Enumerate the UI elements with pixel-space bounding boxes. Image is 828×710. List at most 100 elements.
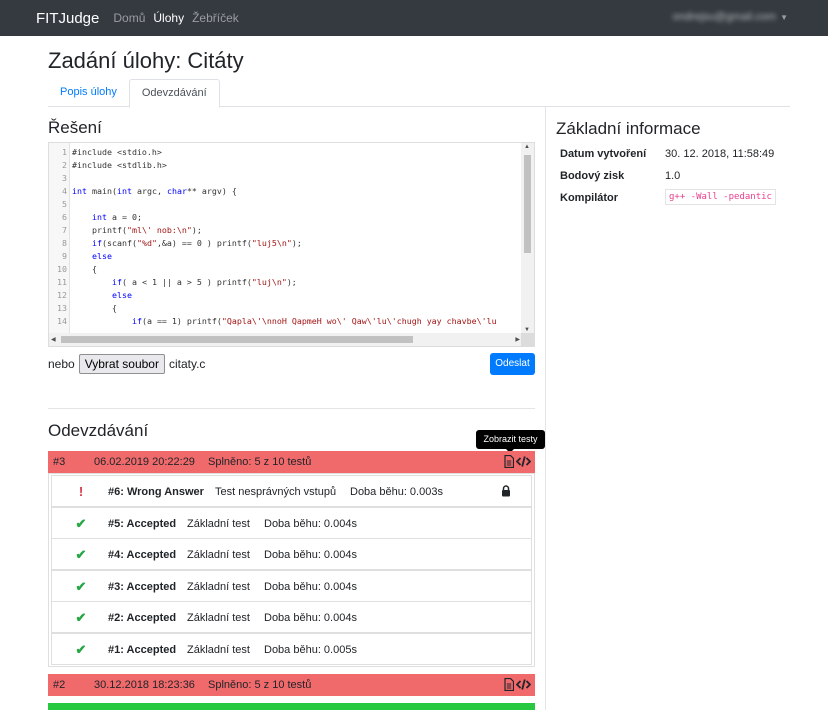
info-label: Kompilátor bbox=[560, 192, 619, 204]
test-runtime: Doba běhu: 0.004s bbox=[264, 580, 357, 593]
test-runtime: Doba běhu: 0.004s bbox=[264, 517, 357, 530]
info-value: 30. 12. 2018, 11:58:49 bbox=[665, 148, 775, 160]
line-number: 13 bbox=[57, 303, 67, 313]
file-text-icon[interactable] bbox=[504, 678, 514, 691]
info-label: Bodový zisk bbox=[560, 170, 625, 182]
scroll-up-icon[interactable]: ▲ bbox=[524, 144, 530, 150]
code-text: #include <stdio.h> bbox=[72, 147, 162, 157]
check-icon: ✔ bbox=[75, 547, 87, 563]
info-label: Datum vytvoření bbox=[560, 148, 647, 160]
test-runtime: Doba běhu: 0.004s bbox=[264, 549, 357, 562]
info-value: 1.0 bbox=[665, 170, 681, 182]
test-name: #1: Accepted bbox=[108, 644, 177, 656]
compiler-value: g++ -Wall -pedantic bbox=[665, 189, 776, 205]
test-row[interactable]: ✔ #1: Accepted Základní test Doba běhu: 0.0… bbox=[51, 633, 532, 665]
code-text: int a = 0; bbox=[91, 212, 142, 222]
test-description: Základní test bbox=[187, 517, 250, 530]
submissions-heading: Odevzdávání bbox=[48, 421, 149, 440]
submission-header[interactable]: #3 06.02.2019 20:22:29 Splněno: 5 z 10 t… bbox=[48, 451, 535, 473]
exclamation-icon: ! bbox=[78, 484, 84, 499]
line-number: 8 bbox=[62, 238, 67, 248]
test-row[interactable]: ✔ #4: Accepted Základní test Doba běhu: 0.0… bbox=[51, 538, 532, 571]
line-number: 4 bbox=[62, 186, 67, 196]
test-name: #5: Accepted bbox=[108, 517, 177, 530]
line-number: 7 bbox=[62, 225, 67, 235]
test-name: #3: Accepted bbox=[108, 580, 177, 593]
lock-icon bbox=[501, 485, 511, 500]
submission-score: Splněno: 5 z 10 testů bbox=[208, 456, 312, 468]
scroll-left-icon[interactable]: ◀ bbox=[51, 336, 56, 343]
code-text: if(scanf("%d",&a) == 0 ) printf("luj5\n"… bbox=[91, 238, 302, 248]
line-number: 3 bbox=[62, 173, 67, 183]
submission-number: #3 bbox=[53, 456, 66, 468]
file-name-label: citaty.c bbox=[168, 357, 206, 371]
user-email: ondrejsu@gmail.com bbox=[672, 11, 777, 23]
nav-link-leaderboard[interactable]: Žebříček bbox=[192, 11, 239, 25]
code-icon[interactable] bbox=[516, 678, 531, 691]
line-number: 5 bbox=[62, 199, 67, 209]
editor-vertical-scrollbar[interactable]: ▲ ▼ bbox=[521, 143, 534, 334]
check-icon: ✔ bbox=[75, 515, 87, 531]
column-divider bbox=[545, 107, 546, 710]
line-number: 12 bbox=[57, 290, 67, 300]
line-number: 9 bbox=[62, 251, 67, 261]
section-divider bbox=[48, 408, 535, 409]
test-row[interactable]: ✔ #5: Accepted Základní test Doba běhu: 0.0… bbox=[51, 506, 532, 539]
test-runtime: Doba běhu: 0.005s bbox=[264, 644, 357, 656]
tab-submission[interactable]: Odevzdávání bbox=[128, 79, 220, 108]
test-row[interactable]: ✔ #2: Accepted Základní test Doba běhu: 0.0… bbox=[51, 601, 532, 634]
submission-number: #2 bbox=[53, 679, 66, 691]
editor-horizontal-scroll-thumb[interactable] bbox=[61, 336, 413, 343]
test-description: Základní test bbox=[187, 644, 250, 656]
brand-logo[interactable]: FITJudge bbox=[36, 10, 99, 27]
code-text: #include <stdlib.h> bbox=[72, 160, 167, 170]
code-text: printf("ml\' nob:\n"); bbox=[72, 225, 202, 235]
file-upload-row: nebo Vybrat soubor citaty.c bbox=[48, 354, 205, 374]
code-text: int main(int argc, char** argv) { bbox=[72, 186, 237, 196]
navbar: FITJudge Domů Úlohy Žebříček ondrejsu@gm… bbox=[0, 0, 828, 36]
editor-horizontal-scrollbar[interactable]: ◀ ▶ bbox=[49, 333, 522, 346]
test-name: #2: Accepted bbox=[108, 612, 177, 625]
submission-header[interactable] bbox=[48, 703, 535, 710]
test-row[interactable]: ! #6: Wrong Answer Test nesprávných vstupů… bbox=[51, 475, 532, 507]
nav-link-tasks[interactable]: Úlohy bbox=[153, 11, 184, 25]
user-menu[interactable]: ondrejsu@gmail.com ▼ bbox=[673, 11, 788, 23]
submission-date: 06.02.2019 20:22:29 bbox=[94, 456, 195, 468]
code-text: { bbox=[72, 264, 97, 274]
line-number: 14 bbox=[57, 316, 67, 326]
test-row[interactable]: ✔ #3: Accepted Základní test Doba běhu: 0.0… bbox=[51, 569, 532, 602]
submission-header[interactable]: #2 30.12.2018 18:23:36 Splněno: 5 z 10 t… bbox=[48, 674, 535, 696]
editor-vertical-scroll-thumb[interactable] bbox=[524, 155, 531, 253]
nav-link-home[interactable]: Domů bbox=[113, 11, 145, 25]
file-text-icon[interactable] bbox=[504, 455, 514, 468]
test-name: #6: Wrong Answer bbox=[108, 486, 204, 498]
tooltip: Zobrazit testy bbox=[476, 430, 545, 449]
submit-button[interactable]: Odeslat bbox=[490, 353, 535, 375]
tab-description[interactable]: Popis úlohy bbox=[48, 79, 129, 107]
submission-score: Splněno: 5 z 10 testů bbox=[208, 679, 312, 691]
scrollbar-corner bbox=[521, 333, 534, 346]
test-name: #4: Accepted bbox=[108, 549, 177, 562]
check-icon: ✔ bbox=[75, 642, 87, 657]
tabs: Popis úlohy Odevzdávání bbox=[48, 79, 790, 108]
code-text: else bbox=[111, 290, 132, 300]
code-text: else bbox=[91, 251, 112, 261]
info-heading: Základní informace bbox=[556, 119, 701, 138]
code-editor[interactable]: 1 #include <stdio.h> 2 #include <stdlib.h> 3… bbox=[48, 142, 535, 347]
scroll-right-icon[interactable]: ▶ bbox=[515, 336, 520, 343]
test-description: Základní test bbox=[187, 612, 250, 625]
code-text: { bbox=[72, 303, 117, 313]
choose-file-button[interactable]: Vybrat soubor bbox=[78, 354, 165, 374]
test-description: Základní test bbox=[187, 549, 250, 562]
file-prefix-label: nebo bbox=[48, 357, 75, 371]
code-text: if(a == 1) printf("Qapla\'\nnoH QapmeH w… bbox=[131, 316, 497, 326]
line-number: 6 bbox=[62, 212, 67, 222]
line-number: 2 bbox=[62, 160, 67, 170]
line-number: 10 bbox=[57, 264, 67, 274]
solution-heading: Řešení bbox=[48, 118, 102, 137]
code-icon[interactable] bbox=[516, 455, 531, 468]
test-runtime: Doba běhu: 0.004s bbox=[264, 612, 357, 625]
test-description: Test nesprávných vstupů bbox=[215, 486, 337, 498]
line-number: 11 bbox=[57, 277, 67, 287]
check-icon: ✔ bbox=[75, 610, 87, 626]
